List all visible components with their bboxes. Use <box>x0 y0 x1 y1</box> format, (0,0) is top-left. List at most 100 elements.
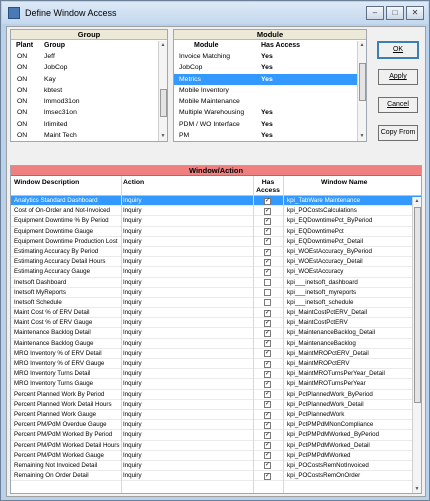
close-button[interactable]: ✕ <box>406 6 424 20</box>
group-row[interactable]: ON lmmod31on <box>11 96 167 107</box>
window-action-scrollbar[interactable]: ▲ ▼ <box>412 197 421 493</box>
window-action-row[interactable]: Inetsoft Schedule Inquiry kpi___inetsoft_s… <box>11 298 421 309</box>
window-action-row[interactable]: MRO Inventory Turns Gauge Inquiry ✓ kpi_Mai… <box>11 379 421 390</box>
window-action-row[interactable]: Percent PM/PdM Worked Detail Hours Inquir… <box>11 441 421 451</box>
has-access-checkbox[interactable]: ✓ <box>264 238 271 246</box>
module-row[interactable]: Mobile Inventory <box>174 85 357 96</box>
scroll-up-arrow-icon[interactable]: ▲ <box>159 41 167 50</box>
module-row[interactable]: Invoice Matching Yes <box>174 51 357 62</box>
window-action-row[interactable]: Remaining Not Invoiced Detail Inquiry ✓ kpi… <box>11 461 421 472</box>
has-access-checkbox[interactable]: ✓ <box>264 391 271 399</box>
window-action-row[interactable]: Equipment Downtime % By Period Inquiry ✓ kp… <box>11 216 421 227</box>
has-access-checkbox[interactable]: ✓ <box>264 350 271 358</box>
has-access-checkbox[interactable] <box>264 299 271 307</box>
has-access-checkbox[interactable]: ✓ <box>264 452 271 460</box>
apply-button[interactable]: Apply <box>378 69 418 85</box>
column-divider <box>283 176 284 493</box>
window-action-row[interactable]: Cost of On-Order and Not-Invoiced Inquiry… <box>11 206 421 217</box>
has-access-checkbox[interactable]: ✓ <box>264 431 271 439</box>
has-access-checkbox[interactable]: ✓ <box>264 268 271 276</box>
action-cell: Inquiry <box>123 421 142 429</box>
group-row[interactable]: ON Maint Tech <box>11 130 167 141</box>
window-action-row[interactable]: Equipment Downtime Gauge Inquiry ✓ kpi_EQDo… <box>11 227 421 237</box>
group-row[interactable]: ON lmsec31on <box>11 107 167 118</box>
module-scrollbar[interactable]: ▲ ▼ <box>357 41 366 141</box>
window-action-row[interactable]: Maintenance Backlog Detail Inquiry ✓ kpi_Ma… <box>11 328 421 339</box>
has-access-checkbox[interactable]: ✓ <box>264 370 271 378</box>
window-action-row[interactable]: Percent PM/PdM Overdue Gauge Inquiry ✓ kpi_… <box>11 420 421 431</box>
has-access-checkbox[interactable]: ✓ <box>264 421 271 429</box>
window-action-row[interactable]: Analytics Standard Dashboard Inquiry ✓ kpi_… <box>11 196 421 207</box>
window-action-row[interactable]: Inetsoft Dashboard Inquiry kpi___inetsoft_… <box>11 278 421 288</box>
has-access-checkbox[interactable]: ✓ <box>264 248 271 256</box>
group-row[interactable]: ON kbtest <box>11 85 167 96</box>
group-row[interactable]: ON lrlimited <box>11 119 167 130</box>
window-action-row[interactable]: Equipment Downtime Production Lost Inquir… <box>11 237 421 247</box>
has-access-checkbox[interactable]: ✓ <box>264 309 271 317</box>
action-cell: Inquiry <box>123 247 142 255</box>
minimize-button[interactable]: – <box>366 6 384 20</box>
window-action-row[interactable]: Percent PM/PdM Worked Gauge Inquiry ✓ kpi_P… <box>11 451 421 461</box>
window-action-row[interactable]: Percent Planned Work Detail Hours Inquiry… <box>11 400 421 410</box>
has-access-checkbox[interactable]: ✓ <box>264 330 271 338</box>
window-action-row[interactable]: Maintenance Backlog Gauge Inquiry ✓ kpi_Mai… <box>11 339 421 349</box>
module-row[interactable]: PM Yes <box>174 130 357 141</box>
has-access-checkbox[interactable]: ✓ <box>264 258 271 266</box>
has-access-checkbox[interactable]: ✓ <box>264 319 271 327</box>
window-action-row[interactable]: Percent Planned Work By Period Inquiry ✓ kp… <box>11 390 421 400</box>
has-access-checkbox[interactable]: ✓ <box>264 360 271 368</box>
has-access-checkbox[interactable]: ✓ <box>264 207 271 215</box>
has-access-checkbox[interactable] <box>264 289 271 297</box>
window-description-column-header: Window Description <box>14 179 80 186</box>
module-row[interactable]: Multiple Warehousing Yes <box>174 107 357 118</box>
has-access-checkbox[interactable]: ✓ <box>264 217 271 225</box>
maximize-button[interactable]: □ <box>386 6 404 20</box>
group-row[interactable]: ON Jeff <box>11 51 167 62</box>
module-row[interactable]: Mobile Maintenance <box>174 96 357 107</box>
window-action-row[interactable]: Percent Planned Work Gauge Inquiry ✓ kpi_Pc… <box>11 410 421 421</box>
has-access-checkbox[interactable]: ✓ <box>264 380 271 388</box>
group-scrollbar[interactable]: ▲ ▼ <box>158 41 167 141</box>
has-access-checkbox[interactable]: ✓ <box>264 340 271 348</box>
window-action-row[interactable]: Remaining On Order Detail Inquiry ✓ kpi_POC… <box>11 471 421 482</box>
group-row[interactable]: ON Kay <box>11 74 167 85</box>
scroll-thumb[interactable] <box>359 63 366 101</box>
window-name-cell: kpi_MaintenanceBacklog_Detail <box>287 329 376 337</box>
window-action-row[interactable]: Estimating Accuracy By Period Inquiry ✓ kpi… <box>11 247 421 258</box>
window-action-row[interactable]: Maint Cost % of ERV Detail Inquiry ✓ kpi_Ma… <box>11 308 421 319</box>
scroll-up-arrow-icon[interactable]: ▲ <box>358 41 366 50</box>
window-action-row[interactable]: MRO Inventory % of ERV Detail Inquiry ✓ kpi… <box>11 349 421 359</box>
window-action-row[interactable]: Inetsoft MyReports Inquiry kpi___inetsoft_… <box>11 288 421 298</box>
scroll-down-arrow-icon[interactable]: ▼ <box>159 132 167 141</box>
copy-from-button[interactable]: Copy From <box>378 125 418 141</box>
window-action-list[interactable]: Analytics Standard Dashboard Inquiry ✓ kpi_… <box>11 196 421 482</box>
has-access-checkbox[interactable]: ✓ <box>264 462 271 470</box>
window-action-row[interactable]: Percent PM/PdM Worked By Period Inquiry ✓ k… <box>11 430 421 441</box>
has-access-checkbox[interactable]: ✓ <box>264 411 271 419</box>
scroll-down-arrow-icon[interactable]: ▼ <box>413 485 421 493</box>
module-row[interactable]: PDM / WO Interface Yes <box>174 119 357 130</box>
scroll-thumb[interactable] <box>414 207 421 403</box>
group-list[interactable]: ON Jeff ON JobCop ON Kay ON kbtest ON lmmod31on ON… <box>11 51 167 141</box>
group-cell: Maint Tech <box>44 132 77 140</box>
has-access-checkbox[interactable]: ✓ <box>264 442 271 450</box>
scroll-thumb[interactable] <box>160 89 167 117</box>
window-action-row[interactable]: MRO Inventory Turns Detail Inquiry ✓ kpi_Ma… <box>11 369 421 380</box>
scroll-down-arrow-icon[interactable]: ▼ <box>358 132 366 141</box>
window-action-row[interactable]: Maint Cost % of ERV Gauge Inquiry ✓ kpi_Mai… <box>11 318 421 329</box>
has-access-checkbox[interactable]: ✓ <box>264 197 271 205</box>
has-access-checkbox[interactable]: ✓ <box>264 228 271 236</box>
has-access-checkbox[interactable]: ✓ <box>264 401 271 409</box>
cancel-button[interactable]: Cancel <box>378 97 418 113</box>
scroll-up-arrow-icon[interactable]: ▲ <box>413 197 421 206</box>
window-action-row[interactable]: Estimating Accuracy Gauge Inquiry ✓ kpi_WOE… <box>11 267 421 278</box>
group-row[interactable]: ON JobCop <box>11 62 167 73</box>
module-row[interactable]: Metrics Yes <box>174 73 357 85</box>
has-access-checkbox[interactable]: ✓ <box>264 472 271 480</box>
ok-button[interactable]: OK <box>377 41 419 59</box>
window-action-row[interactable]: Estimating Accuracy Detail Hours Inquiry ✓… <box>11 257 421 268</box>
module-list[interactable]: Invoice Matching Yes JobCop Yes Metrics Yes Mo… <box>174 51 366 141</box>
window-action-row[interactable]: MRO Inventory % of ERV Gauge Inquiry ✓ kpi_… <box>11 359 421 370</box>
module-row[interactable]: JobCop Yes <box>174 62 357 73</box>
has-access-checkbox[interactable] <box>264 279 271 287</box>
